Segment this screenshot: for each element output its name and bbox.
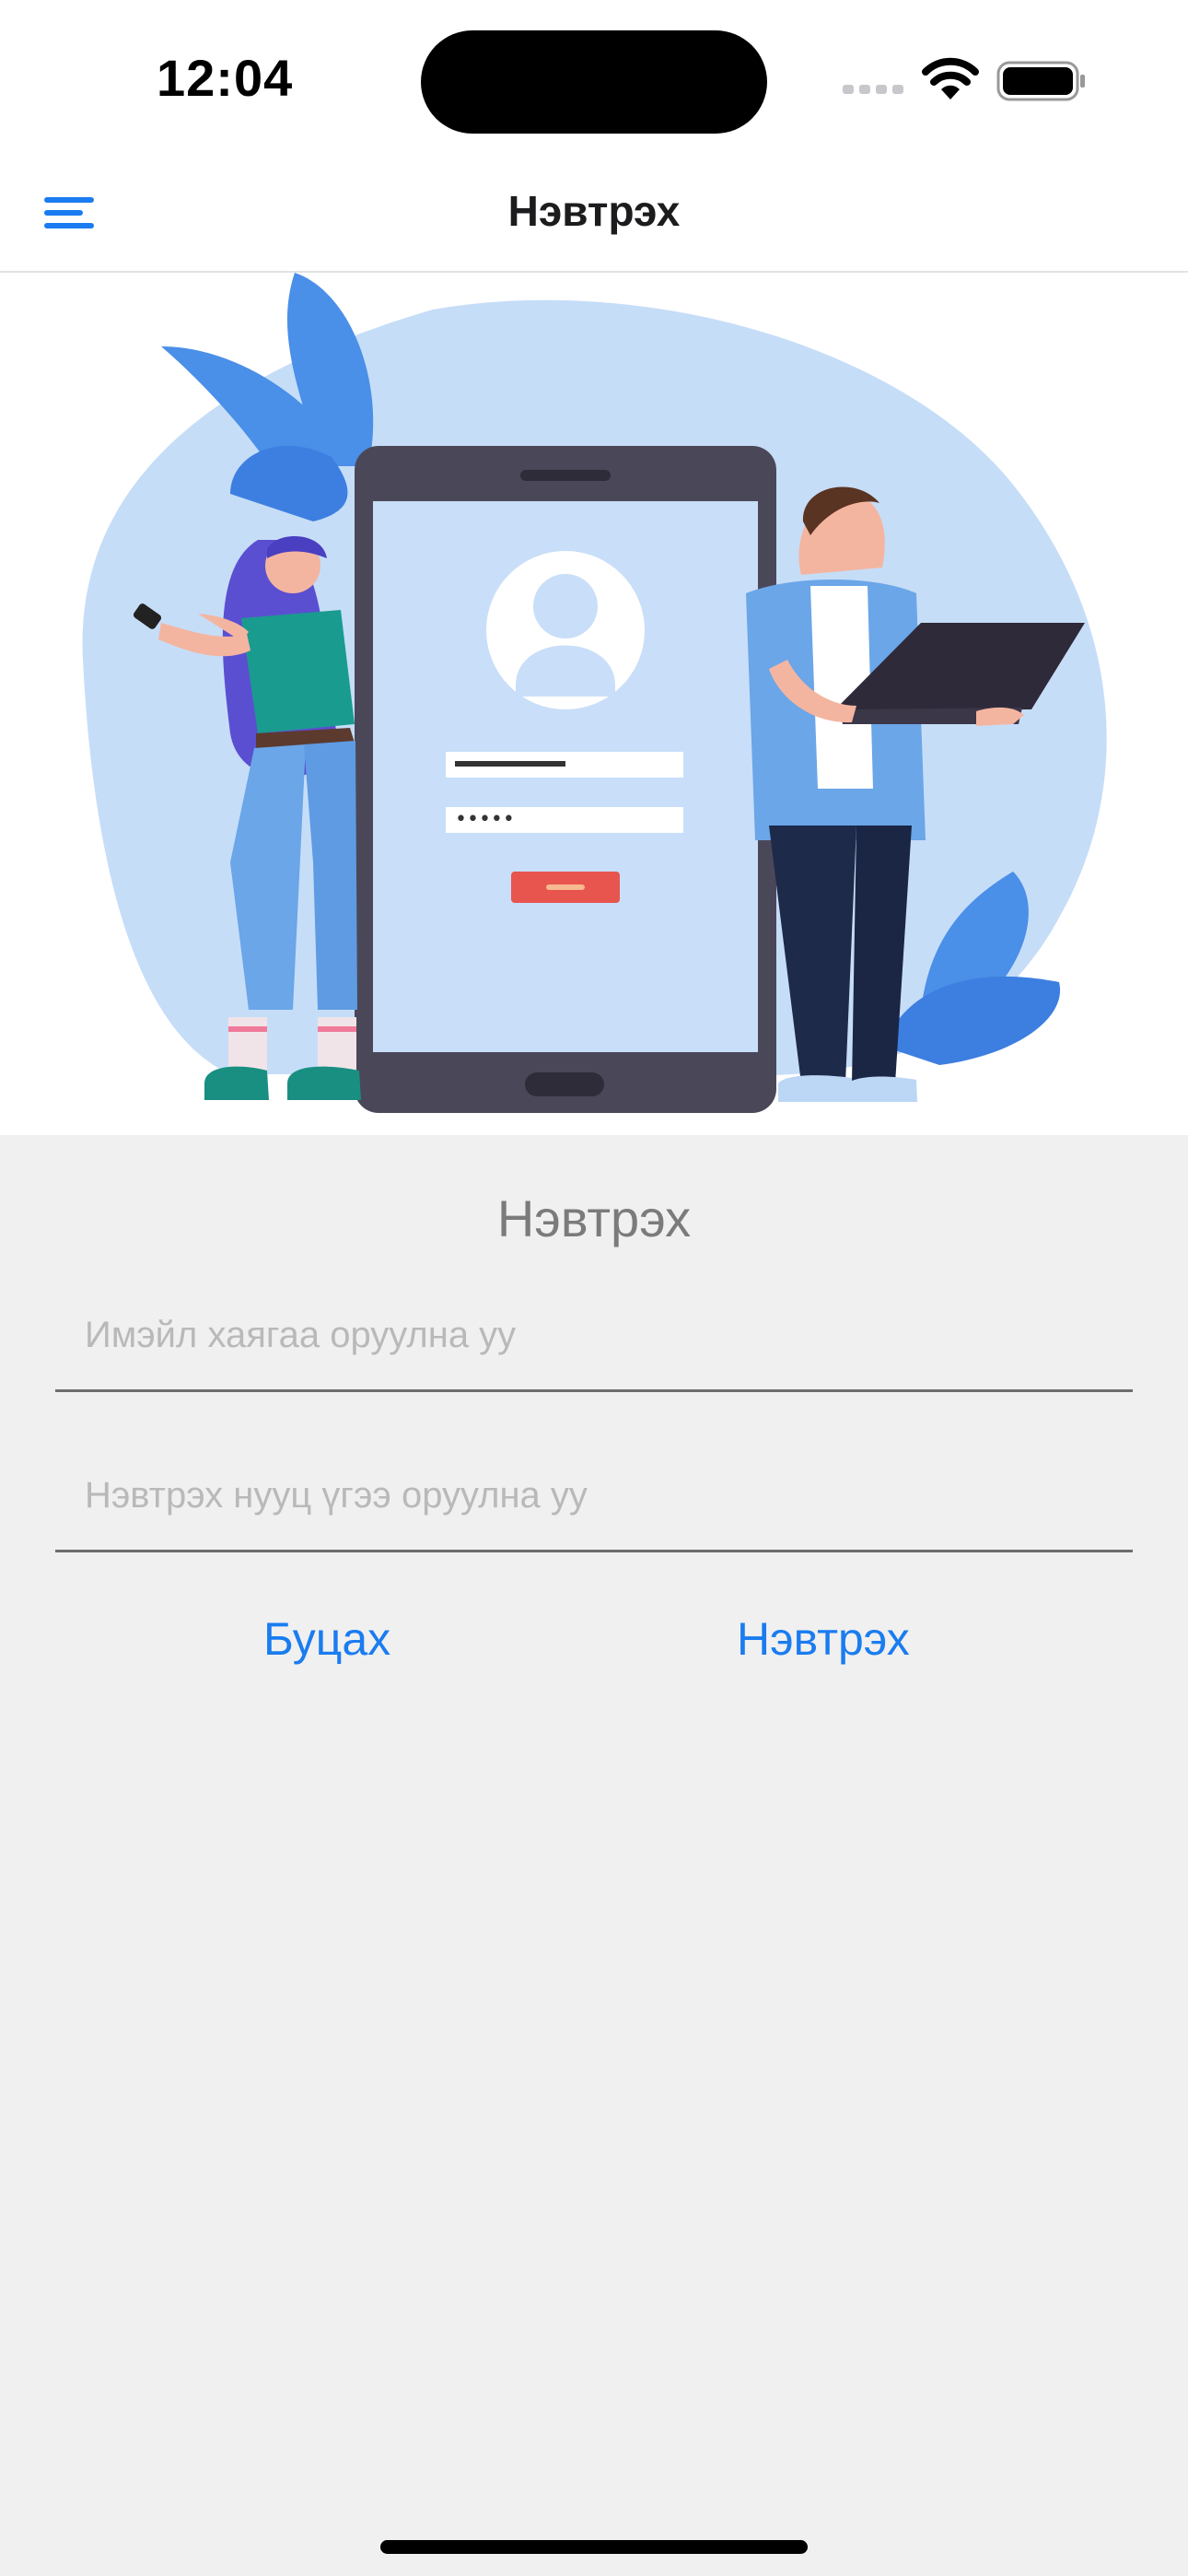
svg-text:•••••: ••••• [455, 808, 515, 831]
status-bar: 12:04 [0, 0, 1188, 157]
hero-illustration: ••••• [0, 273, 1188, 1135]
email-field [55, 1288, 1133, 1392]
cellular-signal-icon [843, 85, 905, 98]
wifi-icon [922, 57, 979, 100]
email-input[interactable] [83, 1288, 1109, 1382]
login-illustration: ••••• [82, 273, 1107, 1113]
form-title: Нэвтрэх [496, 1189, 692, 1247]
password-input[interactable] [83, 1448, 1109, 1542]
home-indicator [380, 2540, 808, 2554]
password-field [55, 1448, 1133, 1552]
navigation-bar: Нэвтрэх [0, 157, 1188, 273]
login-button[interactable]: Нэвтрэх [737, 1612, 910, 1666]
status-time: 12:04 [157, 49, 294, 107]
nav-title: Нэвтрэх [507, 187, 681, 235]
dynamic-island [421, 30, 767, 134]
battery-icon [996, 61, 1085, 101]
back-button[interactable]: Буцах [263, 1612, 390, 1666]
